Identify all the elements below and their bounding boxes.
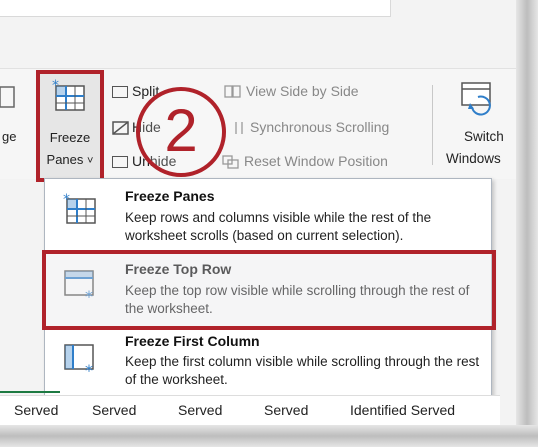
formula-bar-area [0,0,391,17]
screenshot-canvas: ge Split Hide Unhide View Side by Side S… [0,0,538,447]
ribbon-separator [432,85,433,165]
step-number: 2 [164,97,198,164]
menu-item-freeze-panes[interactable]: * Freeze Panes Keep rows and columns vis… [45,179,491,251]
hide-icon [112,121,129,136]
synchronous-scrolling-button[interactable]: Synchronous Scrolling [232,119,389,136]
synchronous-scrolling-label: Synchronous Scrolling [250,119,390,135]
svg-text:*: * [85,361,93,377]
freeze-panes-label-1: Freeze [49,130,91,145]
selected-cell-indicator [0,391,60,393]
reset-window-position-button[interactable]: Reset Window Position [222,153,388,169]
split-icon [112,86,128,99]
freeze-panes-icon: * [52,78,85,111]
menu-item-description: Keep rows and columns visible while the … [125,210,432,243]
switch-windows-button[interactable]: Switch Windows [446,79,518,175]
partial-group-label: ge [2,129,17,144]
frame-edge-right [516,0,538,447]
sheet-cell[interactable]: Served [14,402,58,418]
freeze-panes-icon: * [63,193,96,224]
menu-item-freeze-first-column[interactable]: * Freeze First Column Keep the first col… [45,331,491,401]
synchronous-scrolling-icon [235,122,243,135]
frame-edge-bottom [0,425,538,447]
sheet-cell[interactable]: Served [178,402,222,418]
sheet-cell[interactable]: Served [92,402,136,418]
svg-text:*: * [52,78,59,94]
svg-text:*: * [63,193,70,208]
freeze-panes-label-text: Panes [46,152,84,167]
partial-icon [0,86,15,108]
sheet-cell[interactable]: Identified Served [350,402,455,418]
reset-window-position-label: Reset Window Position [244,153,388,169]
view-side-by-side-label: View Side by Side [246,83,359,99]
menu-item-title: Freeze Panes [125,188,215,204]
freeze-panes-label-2: Panes ˅ [40,152,100,167]
view-side-by-side-icon [224,85,241,98]
partial-ribbon-group [0,83,20,113]
sheet-cell[interactable]: Served [264,402,308,418]
freeze-top-row-highlight [42,250,496,330]
freeze-panes-button[interactable]: * Freeze Panes ˅ [36,70,104,182]
view-side-by-side-button[interactable]: View Side by Side [224,83,359,99]
switch-windows-label-1: Switch [464,129,504,144]
worksheet-row: Served Served Served Served Identified S… [0,395,500,426]
switch-windows-label-2: Windows [446,151,501,166]
chevron-down-icon: ˅ [87,155,94,167]
freeze-first-column-icon: * [64,344,94,377]
switch-windows-icon [461,82,491,116]
unhide-icon [112,156,128,169]
menu-item-description: Keep the first column visible while scro… [125,354,480,387]
menu-item-title: Freeze First Column [125,333,260,349]
